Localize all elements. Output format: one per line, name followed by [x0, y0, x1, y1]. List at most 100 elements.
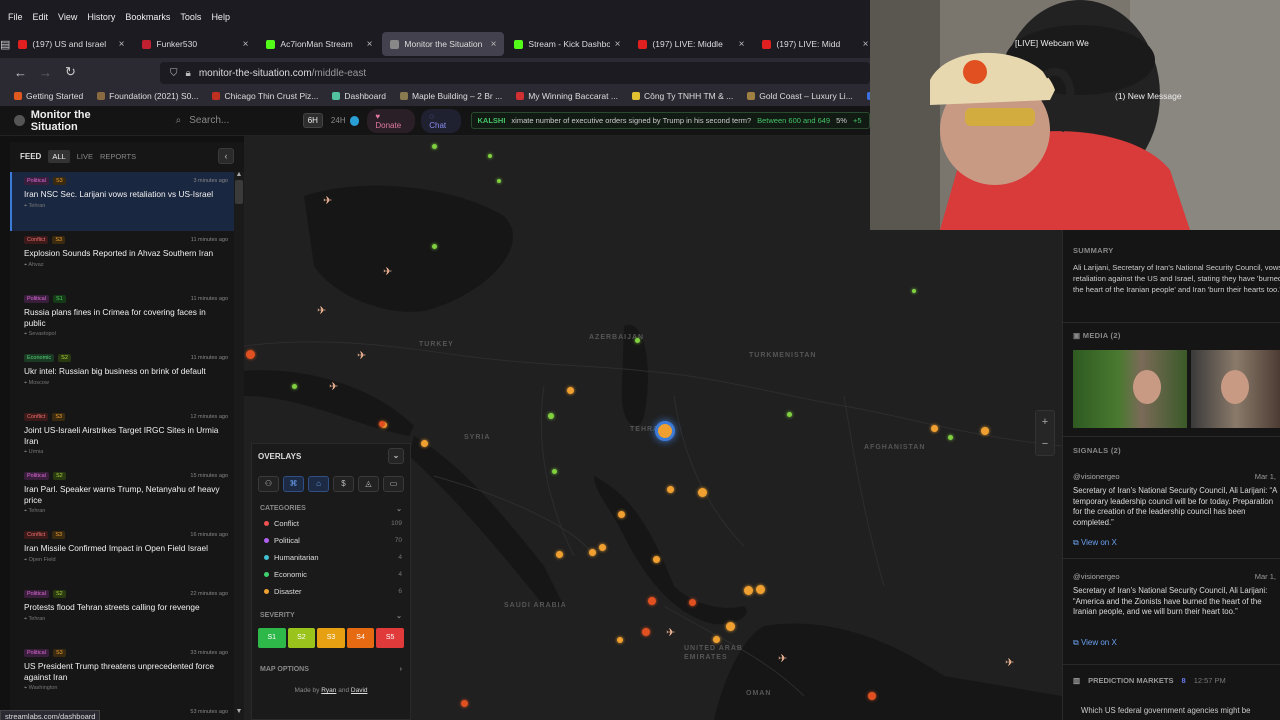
author-ryan-link[interactable]: Ryan: [321, 687, 336, 694]
event-marker[interactable]: [652, 555, 660, 563]
severity-button-s5[interactable]: S5: [376, 628, 404, 648]
feed-item[interactable]: Conflict S3 11 minutes ago Explosion Sounds…: [10, 231, 236, 290]
bookmark-item[interactable]: Maple Building – 2 Br ...: [399, 91, 502, 101]
severity-button-s2[interactable]: S2: [287, 628, 316, 648]
close-tab-icon[interactable]: ×: [491, 39, 497, 50]
filter-live[interactable]: LIVE: [77, 152, 93, 161]
severity-header[interactable]: SEVERITY ⌄: [252, 610, 410, 622]
close-tab-icon[interactable]: ×: [863, 39, 869, 50]
event-marker[interactable]: [648, 597, 656, 605]
close-tab-icon[interactable]: ×: [739, 39, 745, 50]
aircraft-icon[interactable]: ✈: [383, 265, 392, 278]
menu-help[interactable]: Help: [211, 12, 230, 22]
severity-button-s1[interactable]: S1: [258, 628, 286, 648]
filter-reports[interactable]: REPORTS: [100, 152, 136, 161]
zoom-out-button[interactable]: −: [1036, 433, 1054, 455]
aircraft-icon[interactable]: ✈: [317, 304, 326, 317]
event-marker[interactable]: [551, 468, 557, 474]
event-marker[interactable]: [755, 584, 765, 594]
lock-layer-icon[interactable]: ⌂: [308, 476, 329, 492]
bookmark-item[interactable]: Công Ty TNHH TM & ...: [631, 91, 733, 101]
donate-button[interactable]: ♥ Donate: [367, 108, 416, 133]
event-marker[interactable]: [642, 628, 650, 636]
event-marker[interactable]: [555, 550, 563, 558]
bookmark-item[interactable]: My Winning Baccarat ...: [516, 91, 618, 101]
event-marker[interactable]: [431, 243, 437, 249]
filter-all[interactable]: ALL: [48, 149, 70, 163]
feed-item[interactable]: Political S1 11 minutes ago Russia plans fi…: [10, 290, 236, 349]
menu-bookmarks[interactable]: Bookmarks: [125, 12, 170, 22]
bookmark-item[interactable]: Getting Started: [14, 91, 83, 101]
overlays-collapse-button[interactable]: ⌄: [388, 448, 404, 464]
app-logo[interactable]: Monitor the Situation: [14, 109, 138, 133]
browser-tab[interactable]: (197) LIVE: Middle ×: [630, 32, 752, 56]
event-marker[interactable]: [460, 699, 468, 707]
event-marker[interactable]: [786, 411, 792, 417]
prediction-markets-header[interactable]: ▥ PREDICTION MARKETS 8 12:57 PM: [1073, 676, 1226, 685]
event-marker[interactable]: [981, 427, 989, 435]
event-marker[interactable]: [947, 434, 953, 440]
close-tab-icon[interactable]: ×: [119, 39, 125, 50]
event-marker[interactable]: [488, 154, 492, 158]
feed-item[interactable]: Economic S2 11 minutes ago Ukr intel: Russi…: [10, 349, 236, 408]
event-marker[interactable]: [588, 548, 596, 556]
menu-history[interactable]: History: [87, 12, 115, 22]
scroll-up-icon[interactable]: ▲: [234, 171, 244, 178]
event-marker[interactable]: [245, 349, 255, 359]
category-filter-political[interactable]: Political 70: [252, 532, 410, 549]
bookmark-item[interactable]: Chicago Thin Crust Piz...: [212, 91, 318, 101]
send-layer-icon[interactable]: ◬: [358, 476, 379, 492]
menu-tools[interactable]: Tools: [180, 12, 201, 22]
event-marker[interactable]: [617, 510, 625, 518]
event-marker[interactable]: [666, 485, 674, 493]
map-options-header[interactable]: MAP OPTIONS ›: [252, 664, 410, 675]
event-marker[interactable]: [291, 383, 297, 389]
dollar-layer-icon[interactable]: $: [333, 476, 354, 492]
prediction-market-question[interactable]: Which US federal government agencies mig…: [1081, 706, 1250, 715]
back-icon[interactable]: ←: [8, 65, 33, 80]
telegram-icon[interactable]: [349, 115, 360, 126]
menu-view[interactable]: View: [58, 12, 77, 22]
aircraft-icon[interactable]: ✈: [1005, 656, 1014, 669]
signal-1-link[interactable]: ⧉ View on X: [1073, 538, 1117, 548]
url-bar[interactable]: ⛉ 🔒︎ monitor-the-situation.com/middle-ea…: [160, 62, 870, 84]
author-david-link[interactable]: David: [351, 687, 368, 694]
signal-2-handle[interactable]: @visionergeo: [1073, 572, 1120, 581]
browser-tab[interactable]: Stream - Kick Dashboa ×: [506, 32, 628, 56]
search-input[interactable]: ⌕ Search...: [176, 115, 283, 126]
browser-tab[interactable]: (197) US and Israel ×: [10, 32, 132, 56]
close-tab-icon[interactable]: ×: [243, 39, 249, 50]
video-layer-icon[interactable]: ▭: [383, 476, 404, 492]
bookmark-item[interactable]: Dashboard: [332, 91, 386, 101]
browser-tab[interactable]: Monitor the Situation ×: [382, 32, 505, 56]
feed-item[interactable]: Political S2 22 minutes ago Protests flood …: [10, 585, 236, 644]
feed-item[interactable]: Political S3 3 minutes ago Iran NSC Sec. La…: [10, 172, 236, 231]
zoom-in-button[interactable]: +: [1036, 411, 1054, 433]
reload-icon[interactable]: ↻: [58, 64, 83, 80]
browser-tab[interactable]: Ac7ionMan Stream ×: [258, 32, 380, 56]
time-6h-button[interactable]: 6H: [302, 113, 323, 128]
people-layer-icon[interactable]: ⚇: [258, 476, 279, 492]
feed-item[interactable]: Conflict S3 12 minutes ago Joint US-Israeli…: [10, 408, 236, 467]
event-marker[interactable]: [566, 386, 574, 394]
menu-file[interactable]: File: [8, 12, 23, 22]
categories-header[interactable]: CATEGORIES ⌄: [252, 503, 410, 515]
network-layer-icon[interactable]: ⌘: [283, 476, 304, 492]
event-marker[interactable]: [912, 289, 916, 293]
event-marker[interactable]: [712, 635, 720, 643]
chat-button[interactable]: ◌ Chat: [421, 108, 461, 133]
event-marker[interactable]: [634, 337, 640, 343]
aircraft-icon[interactable]: ✈: [666, 626, 675, 639]
category-filter-disaster[interactable]: Disaster 6: [252, 583, 410, 600]
event-marker[interactable]: [548, 413, 554, 419]
event-marker[interactable]: [598, 543, 606, 551]
event-marker[interactable]: [868, 692, 876, 700]
time-24h-button[interactable]: 24H: [331, 116, 346, 125]
forward-icon[interactable]: →: [33, 65, 58, 80]
aircraft-icon[interactable]: ✈: [357, 349, 366, 362]
event-marker[interactable]: [688, 598, 696, 606]
media-thumbnail-1[interactable]: [1073, 350, 1187, 428]
event-marker[interactable]: [697, 487, 707, 497]
browser-tab[interactable]: (197) LIVE: Midd ×: [754, 32, 876, 56]
severity-button-s4[interactable]: S4: [346, 628, 375, 648]
